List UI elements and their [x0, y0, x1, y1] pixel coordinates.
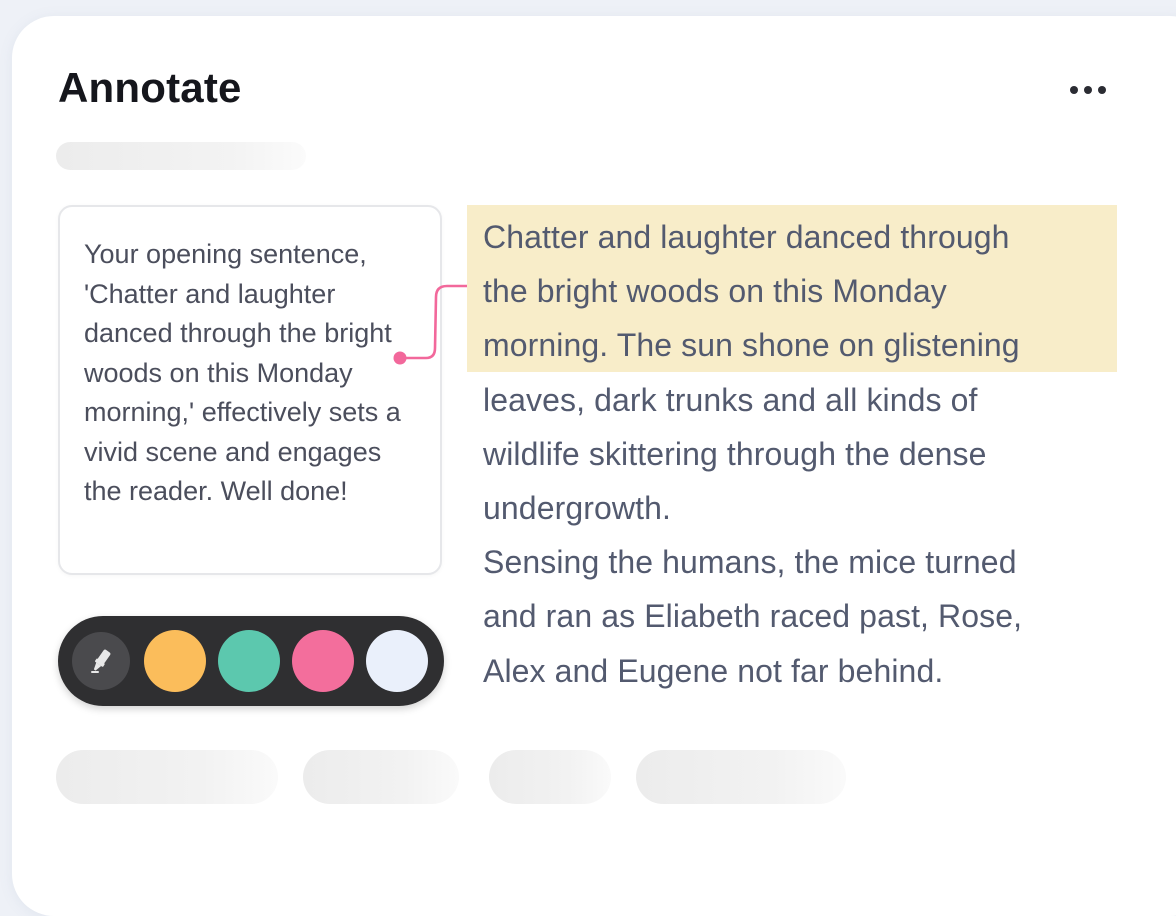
page-title: Annotate [58, 64, 242, 111]
essay-line: morning. The sun shone on glistening [483, 327, 1020, 364]
color-swatch-yellow[interactable] [144, 630, 206, 692]
chip-placeholder [56, 750, 278, 804]
subtitle-placeholder [56, 142, 306, 170]
more-horizontal-icon [1098, 86, 1106, 94]
feedback-comment-text: Your opening sentence, 'Chatter and laug… [84, 239, 401, 506]
essay-line: the bright woods on this Monday [483, 273, 947, 310]
feedback-comment-card[interactable]: Your opening sentence, 'Chatter and laug… [58, 205, 442, 575]
color-swatch-green[interactable] [218, 630, 280, 692]
chip-placeholder [303, 750, 459, 804]
essay-line: and ran as Eliabeth raced past, Rose, [483, 598, 1023, 635]
color-swatch-white[interactable] [366, 630, 428, 692]
more-options-button[interactable] [1058, 78, 1118, 102]
essay-paragraph: Chatter and laughter danced through the … [483, 210, 1111, 698]
essay-line: Sensing the humans, the mice turned [483, 544, 1017, 581]
highlighter-icon [91, 649, 111, 673]
more-horizontal-icon [1084, 86, 1092, 94]
highlighter-tool-button[interactable] [72, 632, 130, 690]
essay-line: Alex and Eugene not far behind. [483, 652, 944, 689]
essay-line: undergrowth. [483, 490, 671, 527]
chip-placeholder [489, 750, 611, 804]
essay-line: leaves, dark trunks and all kinds of [483, 381, 978, 418]
essay-line: wildlife skittering through the dense [483, 435, 987, 472]
essay-line: Chatter and laughter danced through [483, 219, 1010, 255]
highlight-color-palette [58, 616, 444, 706]
action-chips-placeholder [56, 750, 856, 804]
color-swatch-pink[interactable] [292, 630, 354, 692]
chip-placeholder [636, 750, 846, 804]
more-horizontal-icon [1070, 86, 1078, 94]
